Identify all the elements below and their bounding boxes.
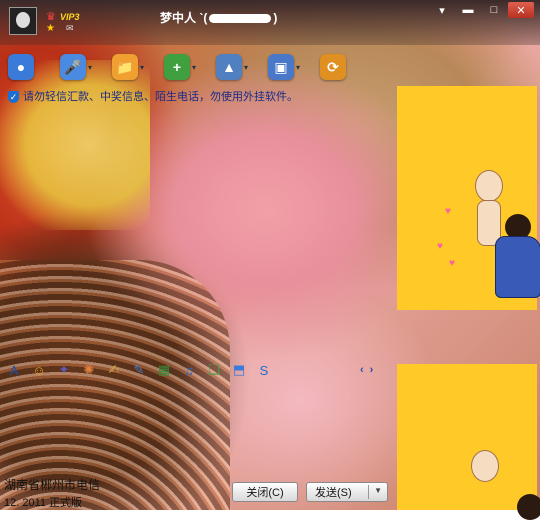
background-floral-dress — [0, 260, 230, 510]
create-group-icon: + — [164, 54, 190, 80]
star-icon: ★ — [46, 23, 55, 34]
more-icon[interactable]: S — [254, 360, 274, 380]
heart-icon: ♥ — [445, 206, 451, 217]
toolbar-item[interactable]: ⟳ — [320, 52, 372, 82]
send-file-icon: 📁 — [112, 54, 138, 80]
toolbar-pager: ‹ › — [360, 364, 373, 376]
contact-avatar[interactable] — [9, 7, 37, 35]
video-call-icon: ● — [8, 54, 34, 80]
window-controls: ▾ ▬ □ ✕ — [430, 2, 534, 18]
gift-icon[interactable]: ❏ — [204, 360, 224, 380]
app-icon: ▲ — [216, 54, 242, 80]
voice-message-icon[interactable]: ✍ — [104, 360, 124, 380]
chat-toolbar: ● 🎤 ▾ 📁 ▾ + ▾ ▲ ▾ ▣ ▾ ⟳ — [8, 52, 372, 82]
location-label: 湖南省郴州市电信 — [4, 478, 101, 492]
next-arrow-icon[interactable]: › — [370, 364, 374, 376]
avatar-figure-hair — [517, 494, 540, 520]
minimize-button[interactable]: ▬ — [456, 2, 480, 18]
toolbar-item[interactable]: 🎤 ▾ — [60, 52, 112, 82]
toolbar-item[interactable]: + ▾ — [164, 52, 216, 82]
chevron-down-icon[interactable]: ▾ — [244, 63, 248, 72]
screenshot-icon[interactable]: ⬒ — [229, 360, 249, 380]
badge-icon: ✉ — [66, 23, 74, 33]
contact-show-panel[interactable]: ♥ ♥ ♥ — [397, 86, 540, 310]
smiley-icon[interactable]: ☺ — [29, 360, 49, 380]
title-suffix: ) — [273, 11, 278, 25]
my-show-panel[interactable] — [397, 364, 540, 520]
chevron-down-icon[interactable]: ▾ — [140, 63, 144, 72]
heart-icon: ♥ — [449, 258, 455, 269]
magic-face-icon[interactable]: ✦ — [54, 360, 74, 380]
toolbar-item[interactable]: ▲ ▾ — [216, 52, 268, 82]
image-icon[interactable]: ▦ — [154, 360, 174, 380]
share-icon: ⟳ — [320, 54, 346, 80]
send-label: 发送(S) — [315, 487, 352, 499]
menu-button[interactable]: ▾ — [430, 2, 454, 18]
crown-icon: ♛ — [46, 11, 56, 23]
remote-assist-icon: ▣ — [268, 54, 294, 80]
font-icon[interactable]: A — [4, 360, 24, 380]
close-window-button[interactable]: ✕ — [508, 2, 534, 18]
avatar-figure-head — [475, 170, 503, 202]
close-button[interactable]: 关闭(C) — [232, 482, 298, 502]
shield-icon: ✓ — [8, 91, 19, 104]
redacted-id — [209, 14, 272, 24]
version-label: 12. 2011 正式版 — [4, 497, 83, 509]
background-yellow-pillow — [0, 60, 150, 230]
window-title: 梦中人 `() — [160, 9, 277, 26]
doodle-icon[interactable]: ✎ — [129, 360, 149, 380]
send-button[interactable]: 发送(S) ▼ — [306, 482, 388, 502]
security-notice: ✓ 请勿轻信汇款、中奖信息、陌生电话，勿使用外挂软件。 — [8, 88, 298, 104]
maximize-button[interactable]: □ — [482, 2, 506, 18]
chevron-down-icon[interactable]: ▾ — [88, 63, 92, 72]
prev-arrow-icon[interactable]: ‹ — [360, 364, 364, 376]
notice-text: 请勿轻信汇款、中奖信息、陌生电话，勿使用外挂软件。 — [23, 91, 298, 103]
send-options-icon[interactable]: ▼ — [374, 486, 382, 495]
shake-icon[interactable]: ✺ — [79, 360, 99, 380]
title-bar: ♛ VIP3 ★ ✉ 梦中人 `() ▾ ▬ □ ✕ — [0, 0, 540, 40]
contact-name: 梦中人 `( — [160, 11, 208, 25]
send-divider — [368, 485, 369, 499]
input-toolbar: A ☺ ✦ ✺ ✍ ✎ ▦ ♫ ❏ ⬒ S — [4, 360, 274, 380]
avatar-figure-kimono — [495, 236, 540, 298]
chevron-down-icon[interactable]: ▾ — [192, 63, 196, 72]
heart-icon: ♥ — [437, 241, 443, 252]
vip-level: VIP3 — [60, 12, 80, 22]
voice-call-icon: 🎤 — [60, 54, 86, 80]
avatar-figure-head — [471, 450, 499, 482]
music-icon[interactable]: ♫ — [179, 360, 199, 380]
toolbar-item[interactable]: ▣ ▾ — [268, 52, 320, 82]
chevron-down-icon[interactable]: ▾ — [296, 63, 300, 72]
toolbar-item[interactable]: 📁 ▾ — [112, 52, 164, 82]
vip-badge[interactable]: ♛ VIP3 ★ ✉ — [46, 10, 86, 34]
toolbar-item[interactable]: ● — [8, 52, 60, 82]
